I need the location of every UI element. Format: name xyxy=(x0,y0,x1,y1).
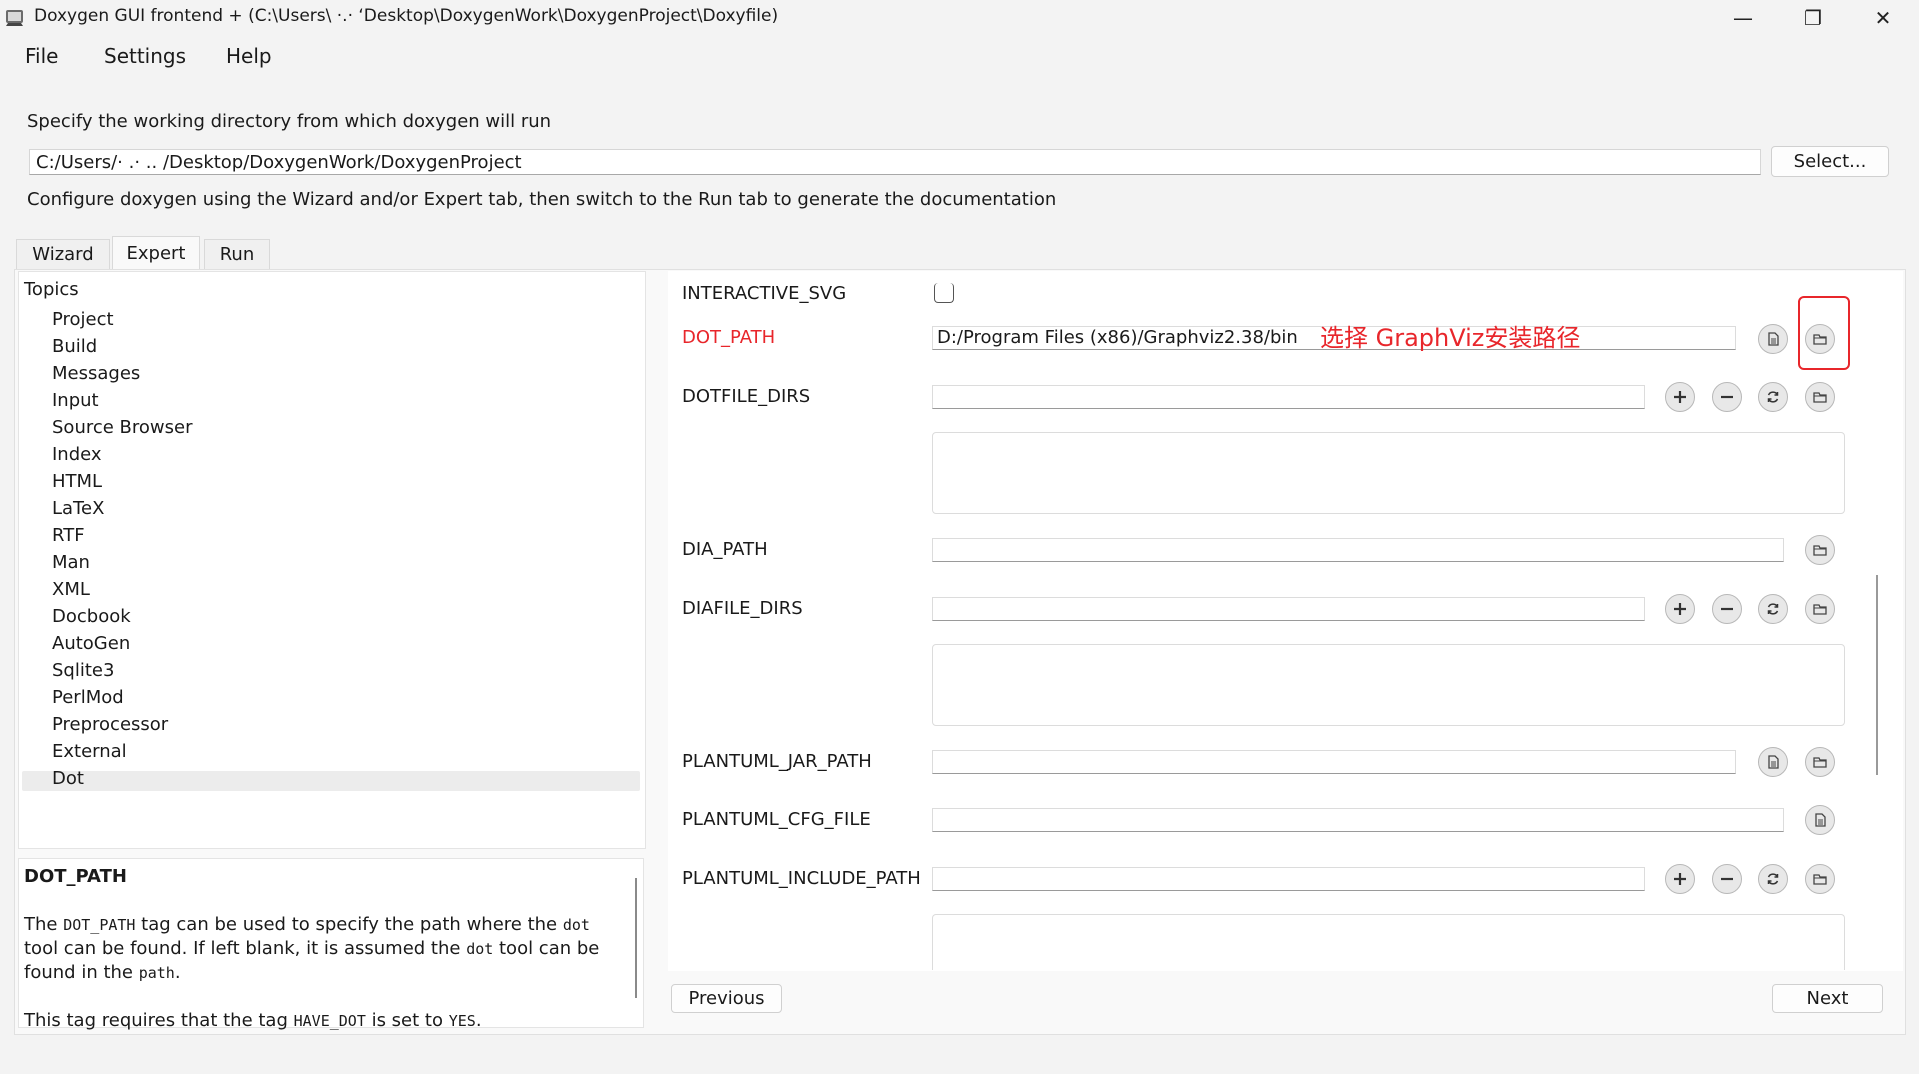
folder-icon[interactable] xyxy=(1805,594,1835,624)
topic-item-index[interactable]: Index xyxy=(52,444,102,465)
help-text: The xyxy=(24,914,64,935)
dia-path-label: DIA_PATH xyxy=(682,539,768,560)
workdir-label: Specify the working directory from which… xyxy=(27,111,552,132)
doxygen-app-icon xyxy=(4,7,26,27)
topic-item-build[interactable]: Build xyxy=(52,336,97,357)
dotfile-dirs-list[interactable] xyxy=(932,432,1845,514)
help-code: dot xyxy=(562,916,590,934)
settings-scrollbar[interactable] xyxy=(1876,575,1878,775)
diafile-dirs-label: DIAFILE_DIRS xyxy=(682,598,803,619)
menu-help[interactable]: Help xyxy=(226,44,272,68)
previous-button[interactable]: Previous xyxy=(671,984,782,1013)
minus-icon[interactable] xyxy=(1712,382,1742,412)
topic-item-preprocessor[interactable]: Preprocessor xyxy=(52,714,168,735)
window-title: Doxygen GUI frontend + (C:\Users\ ·.· ‘D… xyxy=(34,6,779,26)
next-button[interactable]: Next xyxy=(1772,984,1883,1013)
topic-item-latex[interactable]: LaTeX xyxy=(52,498,104,519)
help-text: This tag requires that the tag xyxy=(24,1010,294,1031)
plantuml-jar-path-input[interactable] xyxy=(932,750,1736,774)
diafile-dirs-list[interactable] xyxy=(932,644,1845,726)
workdir-input[interactable]: C:/Users/· .· .. /Desktop/DoxygenWork/Do… xyxy=(29,149,1761,175)
plus-icon[interactable] xyxy=(1665,382,1695,412)
plantuml-include-path-input[interactable] xyxy=(932,867,1645,891)
interactive-svg-checkbox[interactable] xyxy=(934,283,954,303)
help-text: . xyxy=(475,1010,482,1031)
plantuml-cfg-file-input[interactable] xyxy=(932,808,1784,832)
topics-header: Topics xyxy=(24,279,79,300)
help-code: YES xyxy=(448,1012,476,1030)
maximize-button[interactable]: ❐ xyxy=(1783,0,1843,36)
topic-item-xml[interactable]: XML xyxy=(52,579,90,600)
configure-hint: Configure doxygen using the Wizard and/o… xyxy=(27,189,1057,210)
annotation-highlight-box xyxy=(1798,296,1850,370)
tab-expert[interactable]: Expert xyxy=(112,236,200,270)
topic-item-rtf[interactable]: RTF xyxy=(52,525,85,546)
tab-run[interactable]: Run xyxy=(204,239,270,269)
topic-item-man[interactable]: Man xyxy=(52,552,90,573)
topic-item-project[interactable]: Project xyxy=(52,309,114,330)
topic-item-perlmod[interactable]: PerlMod xyxy=(52,687,124,708)
refresh-icon[interactable] xyxy=(1758,594,1788,624)
plantuml-jar-path-label: PLANTUML_JAR_PATH xyxy=(682,751,872,772)
status-area xyxy=(0,1040,1919,1074)
topics-tree xyxy=(18,271,646,849)
help-title: DOT_PATH xyxy=(24,866,127,887)
help-body: The DOT_PATH tag can be used to specify … xyxy=(24,913,604,1033)
folder-icon[interactable] xyxy=(1805,382,1835,412)
plus-icon[interactable] xyxy=(1665,594,1695,624)
minimize-button[interactable]: — xyxy=(1713,0,1773,36)
topic-item-autogen[interactable]: AutoGen xyxy=(52,633,130,654)
help-text: tag can be used to specify the path wher… xyxy=(135,914,563,935)
minus-icon[interactable] xyxy=(1712,594,1742,624)
plantuml-include-path-list[interactable] xyxy=(932,914,1845,970)
menu-settings[interactable]: Settings xyxy=(104,44,186,68)
plus-icon[interactable] xyxy=(1665,864,1695,894)
topic-selection-highlight xyxy=(22,771,640,791)
dot-path-label: DOT_PATH xyxy=(682,327,776,348)
minus-icon[interactable] xyxy=(1712,864,1742,894)
file-icon[interactable] xyxy=(1805,805,1835,835)
dia-path-input[interactable] xyxy=(932,538,1784,562)
help-text: . xyxy=(174,962,181,983)
diafile-dirs-input[interactable] xyxy=(932,597,1645,621)
dotfile-dirs-input[interactable] xyxy=(932,385,1645,409)
interactive-svg-label: INTERACTIVE_SVG xyxy=(682,283,847,304)
plantuml-include-path-label: PLANTUML_INCLUDE_PATH xyxy=(682,868,921,889)
help-code: path xyxy=(138,964,175,982)
help-code: dot xyxy=(466,940,494,958)
help-scrollbar[interactable] xyxy=(635,878,637,998)
menu-file[interactable]: File xyxy=(25,44,58,68)
file-icon[interactable] xyxy=(1758,324,1788,354)
dotfile-dirs-label: DOTFILE_DIRS xyxy=(682,386,811,407)
tab-wizard[interactable]: Wizard xyxy=(16,239,110,269)
file-icon[interactable] xyxy=(1758,747,1788,777)
topic-item-source-browser[interactable]: Source Browser xyxy=(52,417,192,438)
refresh-icon[interactable] xyxy=(1758,382,1788,412)
help-paragraph-2: This tag requires that the tag HAVE_DOT … xyxy=(24,1009,604,1033)
topic-item-html[interactable]: HTML xyxy=(52,471,102,492)
folder-icon[interactable] xyxy=(1805,864,1835,894)
topic-item-input[interactable]: Input xyxy=(52,390,99,411)
help-paragraph-1: The DOT_PATH tag can be used to specify … xyxy=(24,913,604,985)
refresh-icon[interactable] xyxy=(1758,864,1788,894)
folder-icon[interactable] xyxy=(1805,747,1835,777)
select-workdir-button[interactable]: Select... xyxy=(1771,146,1889,177)
topic-item-dot[interactable]: Dot xyxy=(52,768,84,789)
folder-icon[interactable] xyxy=(1805,535,1835,565)
help-code: HAVE_DOT xyxy=(293,1012,366,1030)
help-text: is set to xyxy=(365,1010,449,1031)
annotation-text: 选择 GraphViz安装路径 xyxy=(1320,324,1581,352)
help-code: DOT_PATH xyxy=(63,916,136,934)
plantuml-cfg-file-label: PLANTUML_CFG_FILE xyxy=(682,809,871,830)
topic-item-sqlite3[interactable]: Sqlite3 xyxy=(52,660,114,681)
help-text: tool can be found. If left blank, it is … xyxy=(24,938,467,959)
topic-item-messages[interactable]: Messages xyxy=(52,363,140,384)
close-button[interactable]: ✕ xyxy=(1853,0,1913,36)
topic-item-external[interactable]: External xyxy=(52,741,127,762)
topic-item-docbook[interactable]: Docbook xyxy=(52,606,131,627)
